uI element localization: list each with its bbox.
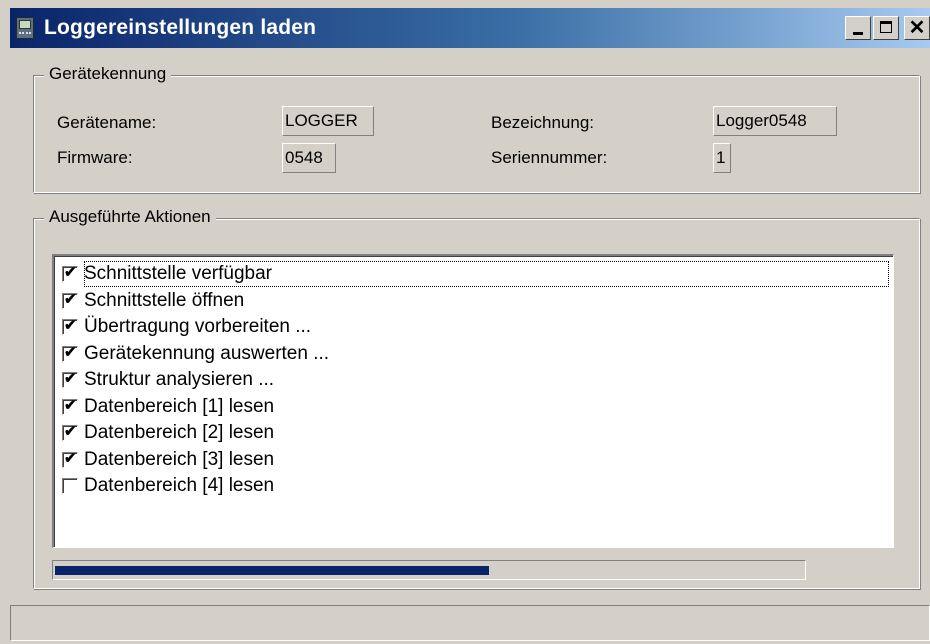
device-name-value: LOGGER <box>282 106 374 136</box>
checkmark-icon: ✔ <box>64 449 77 467</box>
title-bar[interactable]: Loggereinstellungen laden ✕ <box>10 8 930 48</box>
maximize-icon <box>880 21 892 33</box>
list-item-label: Übertragung vorbereiten ... <box>84 316 312 337</box>
dialog-window: Loggereinstellungen laden ✕ Gerätekennun… <box>0 0 930 644</box>
list-item-label: Schnittstelle verfügbar <box>84 263 272 284</box>
list-item[interactable]: ✔ Schnittstelle öffnen <box>62 289 244 313</box>
list-item-label: Schnittstelle öffnen <box>84 289 245 311</box>
close-icon: ✕ <box>908 17 926 39</box>
list-item-label: Datenbereich [4] lesen <box>84 475 275 496</box>
progress-fill <box>55 566 489 575</box>
minimize-icon <box>853 32 863 35</box>
serial-label: Seriennummer: <box>491 148 608 167</box>
firmware-label: Firmware: <box>57 148 133 167</box>
list-item-label: Datenbereich [3] lesen <box>84 448 275 470</box>
checkmark-icon: ✔ <box>64 396 77 414</box>
list-item[interactable]: ✔ Datenbereich [3] lesen <box>62 448 274 472</box>
window-controls: ✕ <box>845 16 930 40</box>
list-item[interactable]: ✔ Schnittstelle verfügbar <box>62 262 272 286</box>
maximize-button[interactable] <box>873 16 899 40</box>
checkmark-icon: ✔ <box>64 423 77 440</box>
checkbox[interactable]: ✔ <box>62 343 78 362</box>
window-title: Loggereinstellungen laden <box>44 16 317 39</box>
minimize-button[interactable] <box>845 16 871 40</box>
checkmark-icon: ✔ <box>64 370 77 387</box>
status-bar <box>10 605 930 641</box>
checkbox[interactable]: ✔ <box>62 370 78 388</box>
progress-bar <box>52 560 806 580</box>
logger-device-icon[interactable] <box>14 16 36 40</box>
actions-legend: Ausgeführte Aktionen <box>44 207 216 227</box>
checkbox[interactable]: ✔ <box>62 290 78 309</box>
checkbox[interactable]: ✔ <box>62 264 78 282</box>
list-item-label: Datenbereich [2] lesen <box>84 422 275 443</box>
checkbox[interactable] <box>62 478 78 494</box>
checkmark-icon: ✔ <box>64 264 77 281</box>
list-item[interactable]: Datenbereich [4] lesen <box>62 474 274 498</box>
device-id-group: Gerätekennung Gerätename: LOGGER Firmwar… <box>33 64 920 193</box>
checkbox[interactable]: ✔ <box>62 449 78 468</box>
actions-checklist[interactable]: ✔ Schnittstelle verfügbar ✔ Schnittstelle ö… <box>52 254 894 548</box>
checkmark-icon: ✔ <box>64 290 77 308</box>
list-item[interactable]: ✔ Datenbereich [1] lesen <box>62 395 274 419</box>
list-item[interactable]: ✔ Struktur analysieren ... <box>62 368 274 392</box>
device-name-label: Gerätename: <box>57 113 157 132</box>
list-item[interactable]: ✔ Gerätekennung auswerten ... <box>62 342 329 366</box>
checkbox[interactable]: ✔ <box>62 317 78 335</box>
designation-value: Logger0548 <box>713 106 837 136</box>
checkmark-icon: ✔ <box>64 343 77 361</box>
checkbox[interactable]: ✔ <box>62 423 78 441</box>
list-item[interactable]: ✔ Datenbereich [2] lesen <box>62 421 274 445</box>
list-item-label: Struktur analysieren ... <box>84 369 275 390</box>
device-id-legend: Gerätekennung <box>44 64 172 84</box>
checkmark-icon: ✔ <box>64 317 77 334</box>
designation-label: Bezeichnung: <box>491 113 595 132</box>
serial-value: 1 <box>713 143 731 173</box>
checkbox[interactable]: ✔ <box>62 396 78 415</box>
list-item-label: Gerätekennung auswerten ... <box>84 342 330 364</box>
close-button[interactable]: ✕ <box>904 16 930 40</box>
list-item[interactable]: ✔ Übertragung vorbereiten ... <box>62 315 311 339</box>
list-item-label: Datenbereich [1] lesen <box>84 395 275 417</box>
firmware-value: 0548 <box>282 143 336 173</box>
